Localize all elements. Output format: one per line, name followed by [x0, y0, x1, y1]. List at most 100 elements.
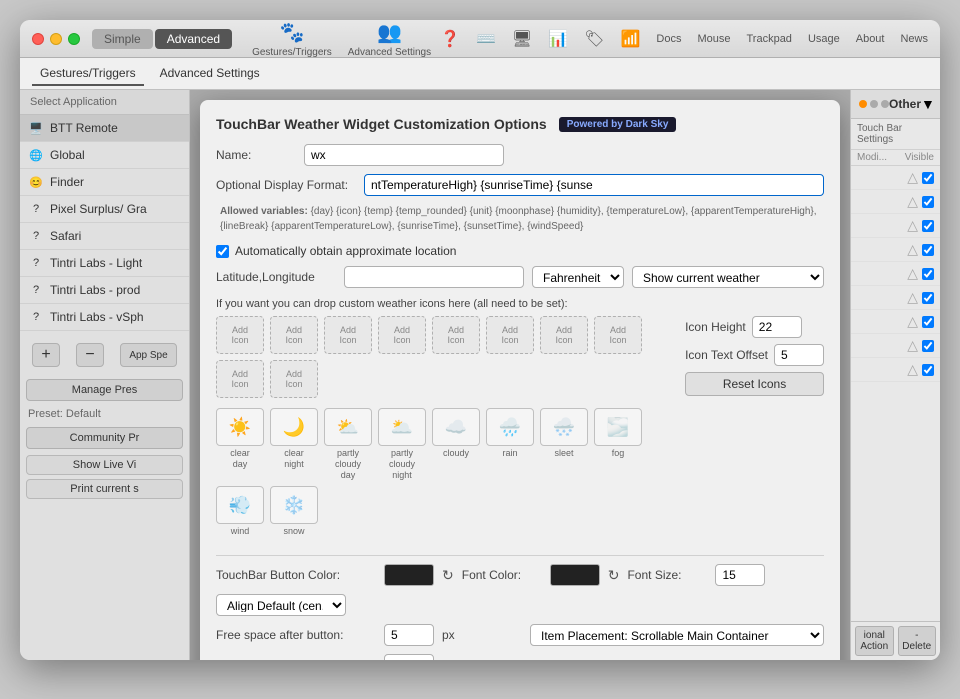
icon-height-input[interactable]: [752, 316, 802, 338]
add-icon-slot-3[interactable]: AddIcon: [324, 316, 372, 354]
help-icon[interactable]: ❓: [440, 29, 460, 49]
add-icon-slot-4[interactable]: AddIcon: [378, 316, 426, 354]
keyboard-icon[interactable]: ⌨️: [476, 29, 496, 49]
subtab-advanced-settings[interactable]: Advanced Settings: [152, 62, 268, 86]
toolbar-gestures-triggers[interactable]: 🐾 Gestures/Triggers: [252, 20, 332, 58]
center-content: TouchBar Weather Widget Customization Op…: [190, 90, 850, 660]
sidebar-item-pixel-surplus[interactable]: ? Pixel Surplus/ Gra: [20, 196, 189, 223]
arrow-up-2[interactable]: △: [907, 193, 918, 210]
extra-padding-input[interactable]: [384, 654, 434, 660]
visible-checkbox-9[interactable]: [922, 364, 934, 376]
align-select[interactable]: Align Default (cen...: [216, 594, 346, 616]
ional-action-button[interactable]: ional Action: [855, 626, 894, 656]
add-icon-slot-7[interactable]: AddIcon: [540, 316, 588, 354]
font-color-picker[interactable]: [550, 564, 600, 586]
item-placement-select[interactable]: Item Placement: Scrollable Main Containe…: [530, 624, 824, 646]
btn-color-refresh-icon[interactable]: ↻: [442, 567, 454, 584]
arrow-up-7[interactable]: △: [907, 313, 918, 330]
community-pres-button[interactable]: Community Pr: [26, 427, 183, 449]
print-current-button[interactable]: Print current s: [26, 479, 183, 499]
arrow-up-9[interactable]: △: [907, 361, 918, 378]
reset-icons-button[interactable]: Reset Icons: [685, 372, 824, 396]
right-panel-title: Other: [889, 97, 921, 111]
arrow-up-5[interactable]: △: [907, 265, 918, 282]
units-select[interactable]: Fahrenheit: [532, 266, 624, 288]
extra-padding-unit: px: [442, 658, 522, 660]
sidebar-item-tintri-vsph[interactable]: ? Tintri Labs - vSph: [20, 304, 189, 331]
free-space-row: Free space after button: px Item Placeme…: [216, 624, 824, 646]
maximize-button[interactable]: [68, 33, 80, 45]
delete-button[interactable]: - Delete: [898, 626, 937, 656]
sidebar-item-safari[interactable]: ? Safari: [20, 223, 189, 250]
visible-checkbox-2[interactable]: [922, 196, 934, 208]
font-color-refresh-icon[interactable]: ↻: [608, 567, 620, 584]
sidebar-item-btt-remote[interactable]: 🖥️ BTT Remote: [20, 115, 189, 142]
remove-app-button[interactable]: −: [76, 343, 104, 367]
toolbar-advanced-settings[interactable]: 👥 Advanced Settings: [348, 20, 431, 58]
add-icon-slot-1[interactable]: AddIcon: [216, 316, 264, 354]
mouse-link[interactable]: Mouse: [697, 33, 730, 45]
add-icon-slot-8[interactable]: AddIcon: [594, 316, 642, 354]
tab-simple[interactable]: Simple: [92, 29, 153, 49]
add-icon-slot-6[interactable]: AddIcon: [486, 316, 534, 354]
signal-icon[interactable]: 📶: [620, 29, 640, 49]
sidebar-item-tintri-prod[interactable]: ? Tintri Labs - prod: [20, 277, 189, 304]
latlong-input[interactable]: [344, 266, 524, 288]
display-format-input[interactable]: [364, 174, 824, 196]
add-icon-slot-2[interactable]: AddIcon: [270, 316, 318, 354]
right-col-headers: Modi... Visible: [851, 150, 940, 166]
trackpad-link[interactable]: Trackpad: [746, 33, 791, 45]
visible-checkbox-8[interactable]: [922, 340, 934, 352]
main-area: Select Application 🖥️ BTT Remote 🌐 Globa…: [20, 90, 940, 660]
app-spec-button[interactable]: App Spe: [120, 343, 177, 367]
close-button[interactable]: [32, 33, 44, 45]
btn-color-picker[interactable]: [384, 564, 434, 586]
sidebar-item-finder[interactable]: 😊 Finder: [20, 169, 189, 196]
arrow-up-1[interactable]: △: [907, 169, 918, 186]
manage-pres-button[interactable]: Manage Pres: [26, 379, 183, 401]
arrow-up-8[interactable]: △: [907, 337, 918, 354]
sidebar-item-tintri-light[interactable]: ? Tintri Labs - Light: [20, 250, 189, 277]
tag-icon[interactable]: 🏷: [584, 29, 604, 49]
extra-padding-row: Extra padding (inside): px Only show whi…: [216, 654, 824, 660]
news-link[interactable]: News: [900, 33, 928, 45]
visible-checkbox-6[interactable]: [922, 292, 934, 304]
visible-checkbox-7[interactable]: [922, 316, 934, 328]
free-space-input[interactable]: [384, 624, 434, 646]
visible-checkbox-3[interactable]: [922, 220, 934, 232]
add-icon-slot-9[interactable]: AddIcon: [216, 360, 264, 398]
safari-icon: ?: [28, 228, 44, 244]
weather-icon-wind: 💨 wind: [216, 486, 264, 537]
show-live-button[interactable]: Show Live Vi: [26, 455, 183, 475]
weather-display-select[interactable]: Show current weather: [632, 266, 824, 288]
arrow-up-4[interactable]: △: [907, 241, 918, 258]
pixel-surplus-label: Pixel Surplus/ Gra: [50, 202, 147, 216]
arrow-up-6[interactable]: △: [907, 289, 918, 306]
font-size-input[interactable]: [715, 564, 765, 586]
tab-advanced[interactable]: Advanced: [155, 29, 232, 49]
usage-link[interactable]: Usage: [808, 33, 840, 45]
add-app-button[interactable]: +: [32, 343, 60, 367]
auto-location-checkbox[interactable]: [216, 245, 229, 258]
monitor-icon[interactable]: 🖥: [512, 29, 532, 49]
filter-icon[interactable]: ▼: [921, 96, 935, 112]
name-row: Name:: [216, 144, 824, 166]
right-panel-row-6: △: [851, 286, 940, 310]
icon-height-controls: Icon Height Icon Text Offset Reset Icons: [685, 316, 824, 396]
docs-link[interactable]: Docs: [656, 33, 681, 45]
icon-text-offset-input[interactable]: [774, 344, 824, 366]
visible-checkbox-1[interactable]: [922, 172, 934, 184]
minimize-button[interactable]: [50, 33, 62, 45]
finder-icon: 😊: [28, 174, 44, 190]
name-input[interactable]: [304, 144, 504, 166]
visible-checkbox-5[interactable]: [922, 268, 934, 280]
add-icon-slot-10[interactable]: AddIcon: [270, 360, 318, 398]
sidebar-item-global[interactable]: 🌐 Global: [20, 142, 189, 169]
add-icon-slot-5[interactable]: AddIcon: [432, 316, 480, 354]
arrow-up-3[interactable]: △: [907, 217, 918, 234]
visible-checkbox-4[interactable]: [922, 244, 934, 256]
subtab-gestures-triggers[interactable]: Gestures/Triggers: [32, 62, 144, 86]
chart-icon[interactable]: 📊: [548, 29, 568, 49]
right-panel-row-3: △: [851, 214, 940, 238]
about-link[interactable]: About: [856, 33, 885, 45]
